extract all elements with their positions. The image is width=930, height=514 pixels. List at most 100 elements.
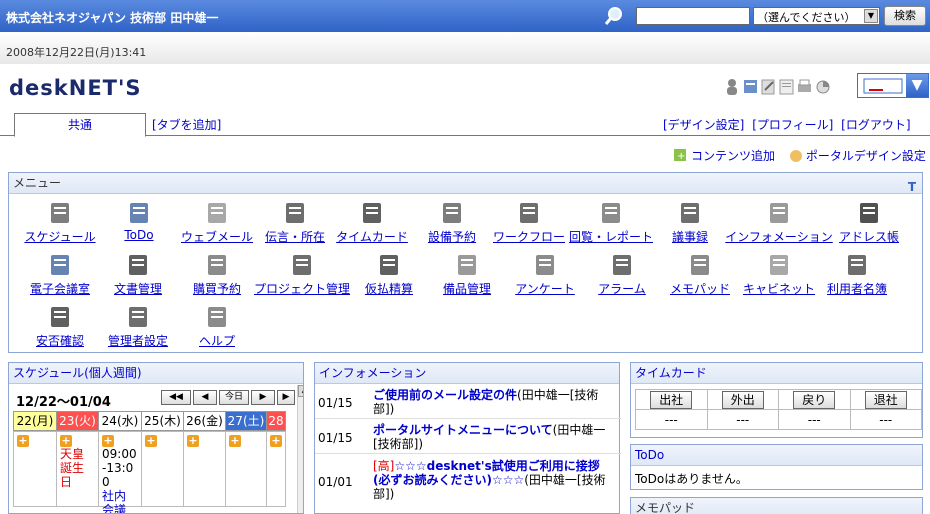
menu-item-label[interactable]: メモパッド	[670, 282, 730, 296]
timecard-header: タイムカード	[631, 363, 922, 384]
info-link[interactable]: ご使用前のメール設定の件	[373, 388, 517, 402]
portal-actions: + コンテンツ追加 ポータルデザイン設定	[674, 147, 926, 164]
prev-week-button[interactable]: ◀◀	[161, 390, 191, 405]
day-header[interactable]: 28	[266, 411, 286, 431]
information-title-link[interactable]: インフォメーション	[319, 366, 426, 380]
menu-item-label[interactable]: 安否確認	[36, 334, 84, 348]
menu-item-label[interactable]: 伝言・所在	[265, 230, 325, 244]
edit-icon[interactable]	[761, 78, 776, 95]
search-icon[interactable]	[603, 5, 625, 27]
menu-item-label[interactable]: 電子会議室	[30, 282, 90, 296]
go-out-button[interactable]: 外出	[721, 390, 764, 409]
timecard-table: 出社 外出 戻り 退社 --- --- --- ---	[635, 389, 922, 430]
menu-item-label[interactable]: アドレス帳	[839, 230, 899, 244]
timecard-title-link[interactable]: タイムカード	[635, 366, 707, 380]
add-tab-link[interactable]: [タブを追加]	[152, 116, 221, 133]
add-schedule-icon[interactable]: +	[145, 435, 157, 447]
schedule-title-link[interactable]: スケジュール(個人週間)	[13, 366, 142, 380]
survey-icon	[536, 255, 554, 275]
info-row: 01/15 ポータルサイトメニューについて(田中雄一[技術部])	[315, 422, 621, 454]
menu-item-label[interactable]: ヘルプ	[199, 334, 235, 348]
day-header[interactable]: 26(金)	[183, 411, 226, 431]
scroll-up-icon[interactable]: ▲	[298, 385, 303, 397]
memo-icon[interactable]	[779, 78, 794, 95]
menu-item-label[interactable]: 文書管理	[114, 282, 162, 296]
today-button[interactable]: 今日	[219, 390, 249, 405]
design-settings-link[interactable]: [デザイン設定]	[663, 118, 744, 132]
memopad-icon	[691, 255, 709, 275]
go-out-value: ---	[706, 409, 779, 430]
info-link[interactable]: ポータルサイトメニューについて	[373, 423, 553, 437]
prev-day-button[interactable]: ◀	[193, 390, 217, 405]
next-day-button[interactable]: ▶	[251, 390, 275, 405]
chevron-down-icon: ▼	[864, 9, 878, 23]
chevron-down-icon[interactable]: ▼	[906, 74, 928, 97]
display-mode-selector[interactable]: ▼	[857, 73, 929, 98]
todo-title-link[interactable]: ToDo	[635, 448, 664, 462]
collapse-toggle-icon[interactable]: T	[908, 177, 916, 197]
timecard-icon	[363, 203, 381, 223]
menu-title: メニュー	[13, 176, 62, 190]
day-header[interactable]: 23(火)	[56, 411, 99, 431]
clock-in-button[interactable]: 出社	[650, 390, 693, 409]
return-button[interactable]: 戻り	[793, 390, 836, 409]
next-week-button[interactable]: ▶	[277, 390, 295, 405]
add-schedule-icon[interactable]: +	[270, 435, 282, 447]
menu-item-label[interactable]: アンケート	[515, 282, 575, 296]
search-input[interactable]	[636, 7, 750, 25]
day-header[interactable]: 27(土)	[225, 411, 267, 431]
profile-link[interactable]: [プロフィール]	[752, 118, 833, 132]
users-icon[interactable]	[743, 78, 758, 95]
date-bar: 2008年12月22日(月)13:41	[0, 32, 930, 64]
day-header[interactable]: 24(水)	[98, 411, 142, 431]
event-link[interactable]: 社内会議	[99, 489, 129, 513]
information-header: インフォメーション	[315, 363, 619, 384]
message-icon	[286, 203, 304, 223]
menu-panel: メニュー T スケジュール ToDo ウェブメール 伝言・所在 タイムカード 設備予約 ワー…	[8, 172, 923, 353]
menu-item-label[interactable]: ToDo	[124, 228, 153, 242]
clock-out-button[interactable]: 退社	[864, 390, 907, 409]
add-schedule-icon[interactable]: +	[102, 435, 114, 447]
print-icon[interactable]	[797, 78, 812, 95]
search-button[interactable]: 検索	[884, 6, 926, 26]
tab-common-label[interactable]: 共通	[68, 118, 92, 132]
schedule-scrollbar[interactable]: ▲	[297, 385, 303, 513]
portal-design-link[interactable]: ポータルデザイン設定	[806, 149, 926, 163]
tab-common[interactable]: 共通	[14, 113, 146, 137]
header-icons	[725, 78, 830, 95]
menu-item-label[interactable]: 仮払精算	[365, 282, 413, 296]
add-schedule-icon[interactable]: +	[229, 435, 241, 447]
menu-item-label[interactable]: 備品管理	[443, 282, 491, 296]
menu-item-label[interactable]: 管理者設定	[108, 334, 168, 348]
chart-icon[interactable]	[815, 78, 830, 95]
information-icon	[770, 203, 788, 223]
add-schedule-icon[interactable]: +	[187, 435, 199, 447]
day-header[interactable]: 25(木)	[141, 411, 184, 431]
minutes-icon	[681, 203, 699, 223]
top-links: [デザイン設定] [プロフィール] [ログアウト]	[663, 116, 911, 133]
document-icon	[129, 255, 147, 275]
current-datetime: 2008年12月22日(月)13:41	[6, 46, 147, 59]
schedule-icon	[51, 203, 69, 223]
menu-item-label[interactable]: アラーム	[598, 282, 646, 296]
menu-item-label[interactable]: 議事録	[672, 230, 708, 244]
menu-item-label[interactable]: ワークフロー	[493, 230, 565, 244]
menu-item-label[interactable]: 購買予約	[193, 282, 241, 296]
info-date: 01/01	[318, 475, 353, 489]
add-schedule-icon[interactable]: +	[17, 435, 29, 447]
menu-item-help[interactable]: ヘルプ	[162, 304, 272, 349]
add-schedule-icon[interactable]: +	[60, 435, 72, 447]
user-icon[interactable]	[725, 78, 740, 95]
add-content-link[interactable]: コンテンツ追加	[691, 149, 775, 163]
day-cell: +	[183, 431, 226, 507]
menu-panel-header: メニュー T	[9, 173, 922, 194]
project-icon	[293, 255, 311, 275]
palette-icon	[789, 149, 803, 162]
menu-item-label[interactable]: 設備予約	[428, 230, 476, 244]
menu-item-label[interactable]: 利用者名簿	[827, 282, 887, 296]
search-scope-select[interactable]: （選んでください） ▼	[753, 7, 880, 25]
logout-link[interactable]: [ログアウト]	[841, 118, 910, 132]
menu-item-address-book[interactable]: アドレス帳	[814, 200, 924, 245]
day-header[interactable]: 22(月)	[13, 411, 57, 431]
menu-item-directory[interactable]: 利用者名簿	[802, 252, 912, 297]
